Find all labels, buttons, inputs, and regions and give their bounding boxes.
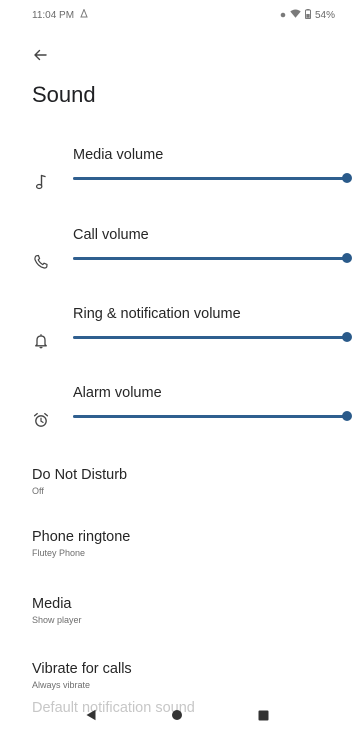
- nav-back-button[interactable]: [71, 695, 111, 735]
- setting-subtitle: Off: [32, 486, 44, 496]
- circle-home-icon: [172, 710, 183, 720]
- ring-notification-volume-slider[interactable]: [73, 330, 352, 346]
- status-bar: 11:04 PM 54%: [0, 0, 355, 30]
- alarm-volume-label: Alarm volume: [73, 385, 162, 401]
- back-button[interactable]: [30, 45, 50, 65]
- slider-fill: [73, 177, 347, 180]
- alarm-volume-slider[interactable]: [73, 409, 352, 425]
- call-volume-slider[interactable]: [73, 251, 352, 267]
- setting-title: Media: [32, 596, 72, 612]
- slider-fill: [73, 257, 347, 260]
- call-volume-label: Call volume: [73, 227, 149, 243]
- music-note-icon: [32, 173, 50, 191]
- alarm-volume-row: Alarm volume: [0, 383, 355, 447]
- ring-notification-volume-row: Ring & notification volume: [0, 304, 355, 368]
- setting-subtitle: Show player: [32, 615, 82, 625]
- triangle-back-icon: [86, 709, 96, 721]
- vibrate-for-calls-item[interactable]: Vibrate for calls Always vibrate: [32, 660, 332, 691]
- setting-title: Do Not Disturb: [32, 467, 128, 483]
- nav-recents-button[interactable]: [244, 695, 284, 735]
- arrow-left-icon: [34, 49, 47, 61]
- media-item[interactable]: Media Show player: [32, 595, 332, 626]
- do-not-disturb-item[interactable]: Do Not Disturb Off: [32, 466, 332, 497]
- slider-thumb[interactable]: [342, 411, 352, 421]
- page-title: Sound: [32, 82, 96, 107]
- square-recents-icon: [258, 710, 269, 720]
- slider-fill: [73, 336, 347, 339]
- battery-icon: [304, 8, 311, 22]
- phone-ringtone-item[interactable]: Phone ringtone Flutey Phone: [32, 528, 332, 559]
- setting-subtitle: Flutey Phone: [32, 548, 86, 558]
- media-volume-label: Media volume: [73, 147, 164, 163]
- battery-level: 54%: [314, 9, 335, 21]
- slider-thumb[interactable]: [342, 253, 352, 263]
- wifi-icon: [290, 9, 301, 21]
- setting-title: Phone ringtone: [32, 529, 131, 545]
- alarm-clock-icon: [32, 411, 50, 429]
- setting-title: Vibrate for calls: [32, 661, 132, 677]
- call-volume-row: Call volume: [0, 225, 355, 289]
- ring-notification-volume-label: Ring & notification volume: [73, 306, 241, 322]
- slider-thumb[interactable]: [342, 332, 352, 342]
- sound-settings-screen: 11:04 PM 54% Sound Media volume Call vol…: [0, 0, 355, 746]
- notification-icon: [80, 8, 88, 21]
- bell-icon: [32, 332, 50, 350]
- media-volume-row: Media volume: [0, 145, 355, 209]
- media-volume-slider[interactable]: [73, 171, 352, 187]
- navigation-bar: [0, 690, 355, 740]
- dnd-icon: [280, 10, 286, 21]
- slider-fill: [73, 415, 347, 418]
- nav-home-button[interactable]: [157, 695, 197, 735]
- status-time: 11:04 PM: [32, 9, 75, 21]
- slider-thumb[interactable]: [342, 173, 352, 183]
- phone-icon: [32, 253, 50, 271]
